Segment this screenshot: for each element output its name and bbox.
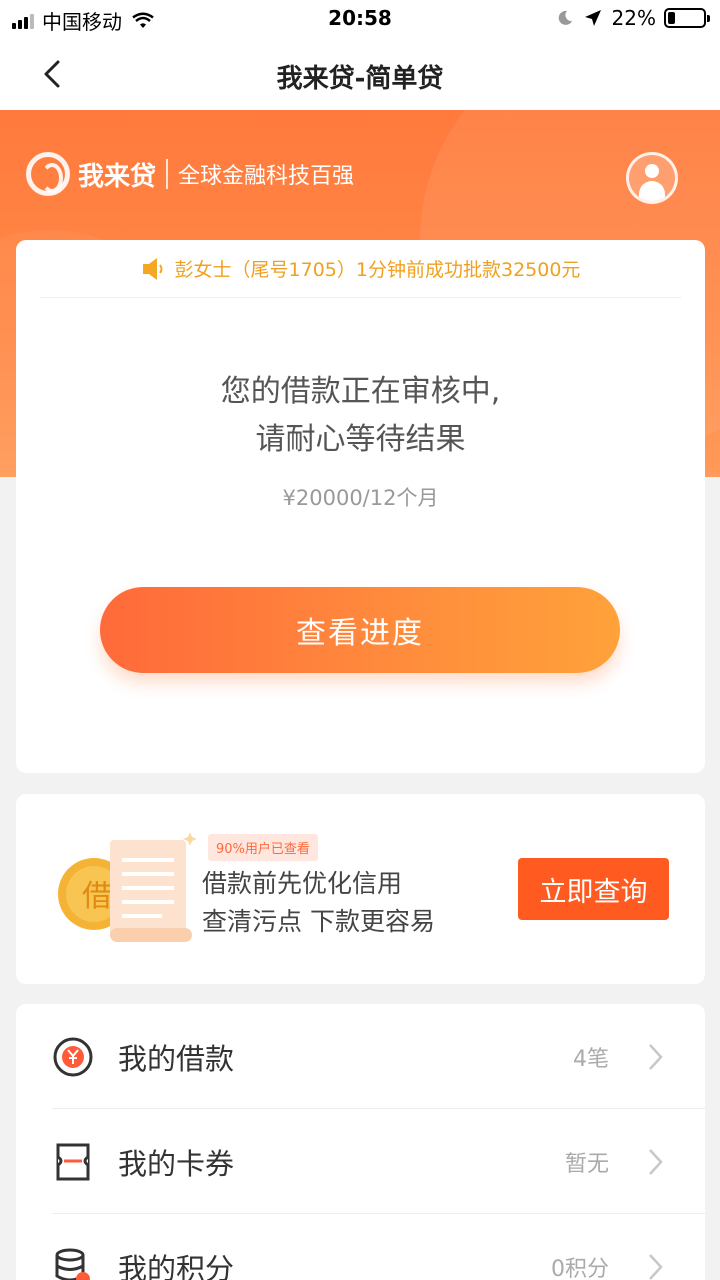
credit-promo-card[interactable]: 借 90%用户已查看 借款前先优化信用 查清污点 下款更容易 立即查询 — [16, 794, 705, 984]
brand-divider — [166, 159, 169, 189]
ticket-icon — [56, 1143, 90, 1180]
speaker-icon — [142, 257, 163, 280]
menu-item-label: 我的借款 — [118, 1041, 235, 1076]
menu-item-label: 我的卡券 — [118, 1146, 235, 1181]
battery-fill — [668, 12, 675, 24]
promo-subline: 查清污点 下款更容易 — [202, 907, 435, 936]
moon-icon — [558, 10, 572, 25]
user-icon-head — [645, 164, 659, 178]
page-title: 我来贷-简单贷 — [276, 64, 444, 94]
menu-item-value: 4笔 — [573, 1046, 609, 1072]
chevron-right-icon — [649, 1253, 663, 1280]
menu-item-value: 暂无 — [564, 1151, 609, 1177]
avatar-button[interactable] — [626, 152, 678, 204]
loan-amount: ¥20000/12个月 — [282, 486, 439, 510]
status-right: 22% — [556, 6, 710, 30]
menu-item-value: 0积分 — [551, 1256, 609, 1280]
notice-text: 彭女士（尾号1705）1分钟前成功批款32500元 — [174, 259, 581, 281]
account-menu: 我的借款 4笔 我的卡券 暂无 我的积分 0积分 — [16, 1004, 705, 1280]
nav-bar: 我来贷-简单贷 — [0, 38, 720, 110]
brand-logo-icon — [26, 152, 70, 196]
view-progress-button[interactable]: 查看进度 — [100, 587, 620, 673]
user-icon-body — [639, 181, 665, 201]
battery-percent: 22% — [611, 6, 656, 30]
promo-headline: 借款前先优化信用 — [202, 869, 403, 898]
brand-slogan: 全球金融科技百强 — [178, 164, 355, 189]
brand-name: 我来贷 — [78, 161, 157, 192]
coin-glyph: 借 — [82, 879, 112, 914]
loan-status-card: 彭女士（尾号1705）1分钟前成功批款32500元 您的借款正在审核中, 请耐心… — [16, 240, 705, 773]
menu-item-my-coupons[interactable]: 我的卡券 暂无 — [16, 1109, 705, 1214]
promo-tag: 90%用户已查看 — [208, 834, 318, 861]
review-status-text: 您的借款正在审核中, 请耐心等待结果 — [16, 368, 705, 464]
status-bar: 中国移动 20:58 22% — [0, 0, 720, 38]
menu-item-label: 我的积分 — [118, 1251, 235, 1280]
coins-icon — [55, 1248, 90, 1280]
menu-item-my-loans[interactable]: 我的借款 4笔 — [16, 1004, 705, 1109]
yuan-circle-icon — [53, 1037, 93, 1076]
review-line-1: 您的借款正在审核中, — [220, 374, 501, 409]
battery-icon — [664, 8, 710, 28]
credit-report-illustration: 借 — [58, 832, 196, 942]
chevron-right-icon — [649, 1148, 663, 1175]
chevron-right-icon — [649, 1043, 663, 1070]
notice-bar: 彭女士（尾号1705）1分钟前成功批款32500元 — [40, 240, 681, 298]
brand-header: 我来贷 全球金融科技百强 — [26, 152, 354, 196]
menu-item-my-points[interactable]: 我的积分 0积分 — [16, 1214, 705, 1280]
review-line-2: 请耐心等待结果 — [255, 422, 466, 457]
location-arrow-icon — [584, 10, 601, 26]
query-now-button[interactable]: 立即查询 — [518, 858, 669, 920]
